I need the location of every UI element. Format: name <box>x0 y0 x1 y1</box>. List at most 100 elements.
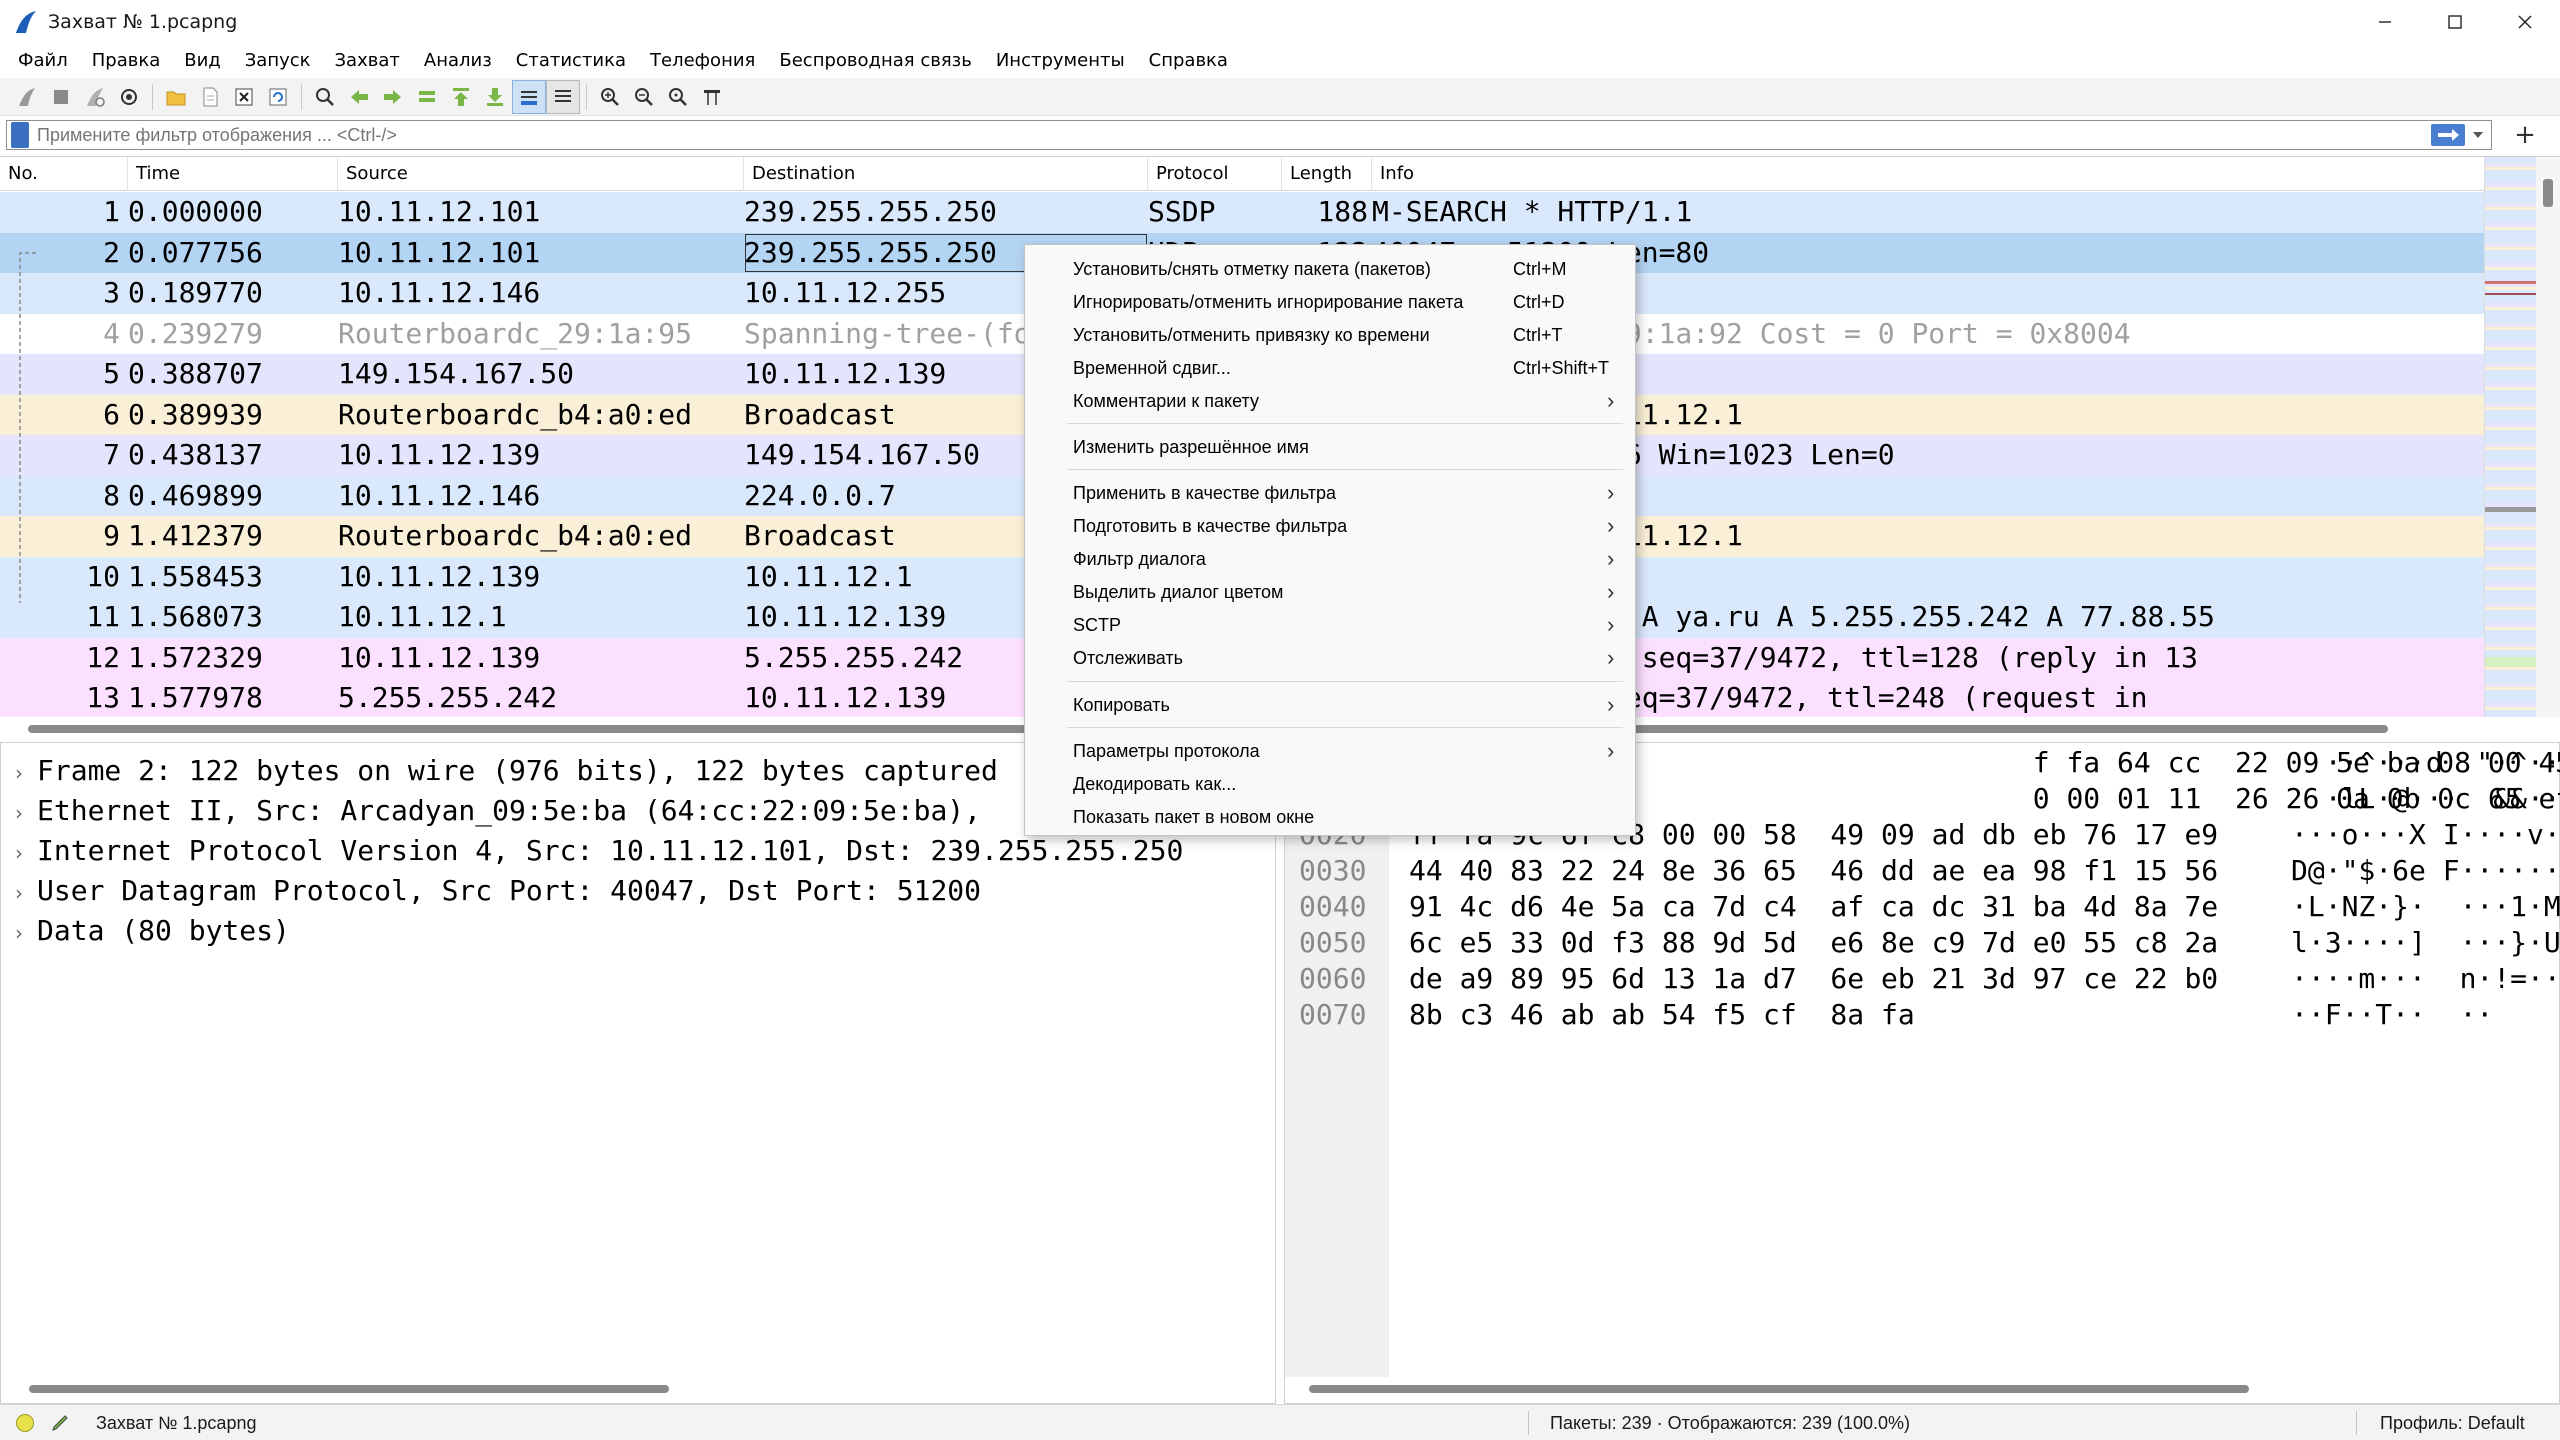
zoom-reset-button[interactable] <box>661 80 695 114</box>
column-header-length[interactable]: Length <box>1282 157 1372 191</box>
chevron-right-icon[interactable]: › <box>1 793 37 833</box>
menu-go[interactable]: Запуск <box>233 44 323 78</box>
apply-filter-button[interactable] <box>2431 124 2465 146</box>
context-menu-item[interactable]: Установить/отменить привязку ко времени C… <box>1027 319 1633 351</box>
hex-ascii[interactable]: ····m··· n·!=··"· <box>2291 961 2560 997</box>
table-row[interactable]: 1 0.000000 10.11.12.101 239.255.255.250 SSDP… <box>0 192 2484 233</box>
save-file-button[interactable] <box>193 80 227 114</box>
column-header-time[interactable]: Time <box>128 157 338 191</box>
autoscroll-button[interactable] <box>512 79 546 114</box>
arrow-right-icon <box>2438 129 2459 141</box>
tree-item-ethernet[interactable]: › Ethernet II, Src: Arcadyan_09:5e:ba (64… <box>1 791 981 831</box>
menu-telephony[interactable]: Телефония <box>638 44 767 78</box>
horizontal-scroll-thumb[interactable] <box>29 1385 669 1393</box>
restart-capture-button[interactable] <box>78 80 112 114</box>
cell-time: 1.568073 <box>128 600 263 633</box>
bytes-horizontal-scrollbar[interactable] <box>1285 1377 2559 1399</box>
menu-file[interactable]: Файл <box>6 44 80 78</box>
context-menu-item[interactable]: Декодировать как... <box>1027 768 1633 800</box>
start-capture-button[interactable] <box>10 80 44 114</box>
open-file-button[interactable] <box>159 80 193 114</box>
menu-analyze[interactable]: Анализ <box>412 44 504 78</box>
context-menu-item[interactable]: Временной сдвиг... Ctrl+Shift+T <box>1027 352 1633 384</box>
resize-columns-button[interactable] <box>695 80 729 114</box>
first-packet-button[interactable] <box>444 80 478 114</box>
menu-view[interactable]: Вид <box>172 44 233 78</box>
packet-list-vertical-scrollbar[interactable] <box>2536 157 2560 717</box>
go-to-packet-button[interactable] <box>410 80 444 114</box>
minimize-button[interactable] <box>2350 0 2420 44</box>
menu-tools[interactable]: Инструменты <box>984 44 1137 78</box>
column-header-info[interactable]: Info <box>1372 157 2484 191</box>
column-header-no[interactable]: No. <box>0 157 128 191</box>
context-menu-item[interactable]: Игнорировать/отменить игнорирование паке… <box>1027 286 1633 318</box>
capture-options-button[interactable] <box>112 80 146 114</box>
bookmark-icon[interactable] <box>11 122 29 148</box>
display-filter-input[interactable] <box>37 122 2431 148</box>
hex-ascii[interactable]: l·3····] ···}·U·* <box>2291 925 2560 961</box>
tree-item-data[interactable]: › Data (80 bytes) <box>1 911 290 951</box>
zoom-out-button[interactable] <box>627 80 661 114</box>
vertical-scroll-thumb[interactable] <box>2543 179 2553 207</box>
expert-info-icon[interactable] <box>16 1414 34 1432</box>
stop-capture-button[interactable] <box>44 80 78 114</box>
filter-history-dropdown[interactable] <box>2469 122 2487 148</box>
go-forward-button[interactable] <box>376 80 410 114</box>
chevron-right-icon[interactable]: › <box>1 873 37 913</box>
details-horizontal-scrollbar[interactable] <box>1 1377 1275 1399</box>
zoom-in-button[interactable] <box>593 80 627 114</box>
status-profile[interactable]: Профиль: Default <box>2380 1413 2525 1434</box>
packet-minimap[interactable] <box>2484 157 2537 717</box>
context-menu-item[interactable]: SCTP › <box>1027 609 1633 641</box>
menu-help[interactable]: Справка <box>1137 44 1240 78</box>
context-menu-item[interactable]: Применить в качестве фильтра › <box>1027 477 1633 509</box>
hex-ascii[interactable]: ···o···X I····v·· <box>2291 817 2560 853</box>
context-menu-item[interactable]: Копировать › <box>1027 689 1633 721</box>
menu-capture[interactable]: Захват <box>323 44 412 78</box>
context-menu-item[interactable]: Подготовить в качестве фильтра › <box>1027 510 1633 542</box>
last-packet-button[interactable] <box>478 80 512 114</box>
colorize-button[interactable] <box>546 79 580 114</box>
column-header-protocol[interactable]: Protocol <box>1148 157 1282 191</box>
horizontal-scroll-thumb[interactable] <box>1309 1385 2249 1393</box>
reload-file-button[interactable] <box>261 80 295 114</box>
menu-wireless[interactable]: Беспроводная связь <box>767 44 983 78</box>
chevron-right-icon[interactable]: › <box>1 753 37 793</box>
hex-bytes[interactable]: 8b c3 46 ab ab 54 f5 cf 8a fa <box>1409 997 1915 1033</box>
go-back-button[interactable] <box>342 80 376 114</box>
hex-ascii[interactable]: ··F··T·· ·· <box>2291 997 2493 1033</box>
column-header-source[interactable]: Source <box>338 157 744 191</box>
hex-ascii[interactable]: ·lL·@··· &&···e· <box>2291 781 2560 817</box>
context-menu-item[interactable]: Фильтр диалога › <box>1027 543 1633 575</box>
hex-bytes[interactable]: de a9 89 95 6d 13 1a d7 6e eb 21 3d 97 c… <box>1409 961 2218 997</box>
context-menu-item[interactable]: Выделить диалог цветом › <box>1027 576 1633 608</box>
tree-item-ipv4[interactable]: › Internet Protocol Version 4, Src: 10.11… <box>1 831 1183 871</box>
hex-bytes[interactable]: 6c e5 33 0d f3 88 9d 5d e6 8e c9 7d e0 5… <box>1409 925 2218 961</box>
context-menu-item[interactable]: Установить/снять отметку пакета (пакетов… <box>1027 253 1633 285</box>
file-icon <box>203 87 218 106</box>
maximize-button[interactable] <box>2420 0 2490 44</box>
tree-item-label: Ethernet II, Src: Arcadyan_09:5e:ba (64:… <box>37 794 982 827</box>
hex-ascii[interactable]: ·L·NZ·}· ···1·M·~ <box>2291 889 2560 925</box>
tree-item-frame[interactable]: › Frame 2: 122 bytes on wire (976 bits), … <box>1 751 998 791</box>
close-button[interactable] <box>2490 0 2560 44</box>
add-filter-button-plus-icon[interactable]: + <box>2510 120 2540 150</box>
menu-statistics[interactable]: Статистика <box>504 44 638 78</box>
context-menu-item[interactable]: Параметры протокола › <box>1027 735 1633 767</box>
context-menu-item[interactable]: Показать пакет в новом окне <box>1027 801 1633 833</box>
hex-bytes[interactable]: 44 40 83 22 24 8e 36 65 46 dd ae ea 98 f… <box>1409 853 2218 889</box>
find-packet-button[interactable] <box>308 80 342 114</box>
context-menu-item[interactable]: Изменить разрешённое имя <box>1027 431 1633 463</box>
hex-ascii[interactable]: ··^···d "·^···E <box>2291 745 2560 781</box>
chevron-right-icon[interactable]: › <box>1 913 37 953</box>
column-header-destination[interactable]: Destination <box>744 157 1148 191</box>
chevron-right-icon[interactable]: › <box>1 833 37 873</box>
hex-bytes[interactable]: 91 4c d6 4e 5a ca 7d c4 af ca dc 31 ba 4… <box>1409 889 2218 925</box>
close-file-button[interactable] <box>227 80 261 114</box>
hex-ascii[interactable]: D@·"$·6e F·······V <box>2291 853 2560 889</box>
menu-edit[interactable]: Правка <box>80 44 173 78</box>
context-menu-item[interactable]: Отслеживать › <box>1027 642 1633 674</box>
context-menu-item[interactable]: Комментарии к пакету › <box>1027 385 1633 417</box>
tree-item-udp[interactable]: › User Datagram Protocol, Src Port: 40047… <box>1 871 981 911</box>
edit-comment-icon[interactable] <box>50 1413 72 1433</box>
